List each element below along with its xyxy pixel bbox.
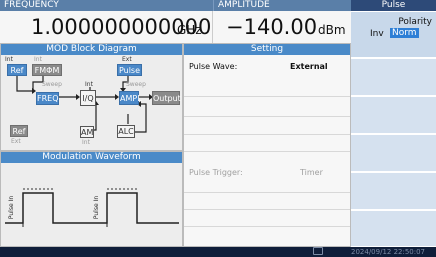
pulse-in-label-2: Pulse In	[93, 195, 101, 220]
am-block[interactable]: AM	[80, 126, 94, 138]
amplitude-display[interactable]: −140.00 dBm	[213, 11, 351, 43]
status-timestamp: 2024/09/12 22:50:07	[351, 248, 426, 256]
sweep-label-1: Sweep	[42, 81, 62, 88]
amplitude-unit: dBm	[318, 23, 346, 37]
polarity-softkey[interactable]: Polarity Inv Norm	[351, 11, 436, 58]
ref-bottom-block[interactable]: Ref	[10, 125, 28, 137]
polarity-inv: Inv	[370, 29, 384, 39]
polarity-label: Polarity	[398, 17, 432, 27]
iq-block[interactable]: I/Q	[80, 90, 96, 106]
setting-line-7	[184, 226, 350, 227]
sweep-label-2: Sweep	[126, 81, 146, 88]
ext-label-2: Ext	[11, 138, 21, 145]
softkey-2[interactable]	[351, 58, 436, 96]
int-label-2: Int	[34, 56, 42, 63]
softkey-title: Pulse	[351, 0, 436, 11]
freq-block[interactable]: FREQ	[36, 92, 59, 105]
pulse-wave-value: External	[290, 62, 328, 71]
pulse-block[interactable]: Pulse	[117, 64, 142, 76]
pulse-wave-label: Pulse Wave:	[189, 62, 238, 71]
softkey-6[interactable]	[351, 210, 436, 247]
setting-panel: Setting Pulse Wave: External Pulse Trigg…	[183, 43, 351, 247]
mod-block-panel: MOD Block Diagram Int Int Ext Ref FMΦM P…	[0, 43, 183, 151]
frequency-display[interactable]: 1.000000000000 GHz	[0, 11, 213, 43]
int-label-1: Int	[5, 56, 13, 63]
setting-line-2	[184, 116, 350, 117]
waveform-title: Modulation Waveform	[1, 152, 182, 163]
setting-title: Setting	[184, 44, 350, 55]
keyboard-icon[interactable]	[313, 247, 323, 255]
status-bar: 2024/09/12 22:50:07	[0, 247, 436, 257]
fm-block[interactable]: FMΦM	[32, 64, 62, 76]
waveform-panel: Modulation Waveform Pulse In Pulse In	[0, 151, 183, 247]
ref-block[interactable]: Ref	[7, 64, 27, 76]
amplitude-label: AMPLITUDE	[213, 0, 351, 11]
ext-label-1: Ext	[122, 56, 132, 63]
alc-block[interactable]: ALC	[117, 125, 135, 138]
output-block[interactable]: Output	[152, 91, 181, 105]
softkey-3[interactable]	[351, 96, 436, 134]
ampl-block[interactable]: AMPL	[119, 91, 142, 105]
setting-line-5	[184, 192, 350, 193]
setting-line-1	[184, 96, 350, 97]
amplitude-value: −140.00	[226, 15, 318, 39]
pulse-trigger-label: Pulse Trigger:	[189, 168, 243, 177]
polarity-norm: Norm	[390, 28, 419, 38]
pulse-trigger-value: Timer	[300, 168, 323, 177]
softkey-column: Polarity Inv Norm	[351, 11, 436, 247]
pulse-in-label-1: Pulse In	[8, 195, 16, 220]
waveform-plot	[5, 188, 179, 227]
setting-line-6	[184, 209, 350, 210]
setting-line-3	[184, 134, 350, 135]
frequency-label: FREQUENCY	[0, 0, 213, 11]
frequency-unit: GHz	[177, 23, 202, 37]
softkey-4[interactable]	[351, 134, 436, 172]
int-label-3: Int	[85, 81, 93, 88]
setting-line-4	[184, 151, 350, 152]
int-label-4: Int	[82, 139, 90, 146]
softkey-5[interactable]	[351, 172, 436, 210]
